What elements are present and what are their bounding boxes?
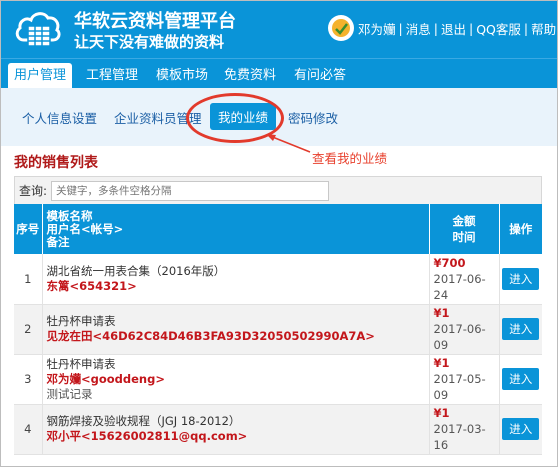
row-template: 牡丹杯申请表 [46,314,116,328]
table-row: 2 牡丹杯申请表 见龙在田<46D62C84D46B3FA93D32050502… [14,304,542,355]
nav-qa[interactable]: 有问必答 [288,63,352,89]
row-num: 1 [14,254,43,305]
row-user: 邓小平<15626002811@qq.com> [46,429,248,443]
row-amount: ¥700 [433,255,466,270]
row-date: 2017-05-09 [433,372,486,402]
search-input[interactable] [51,180,330,201]
brand-title: 华软云资料管理平台 [74,11,236,32]
logout-link[interactable]: 退出 [441,19,466,38]
row-template: 钢筋焊接及验收规程（JGJ 18-2012） [46,414,241,428]
header-op: 操作 [499,204,542,254]
row-user: 邓为孏<gooddeng> [46,371,166,386]
nav-template-market[interactable]: 模板市场 [150,63,214,89]
enter-button[interactable]: 进入 [502,368,540,390]
separator: | [523,20,529,36]
search-label: 查询: [19,184,48,198]
header-price: 金额 时间 [429,204,500,254]
brand-slogan: 让天下没有难做的资料 [74,33,225,51]
row-user: 东篱<654321> [46,278,137,293]
row-info: 钢筋焊接及验收规程（JGJ 18-2012） 邓小平<15626002811@q… [42,404,430,455]
top-header: 华软云资料管理平台 让天下没有难做的资料 邓为孏 | 消息 | 退出 | QQ客… [0,0,558,58]
row-note: 测试记录 [46,386,93,401]
enter-button[interactable]: 进入 [502,418,540,440]
row-template: 牡丹杯申请表 [46,356,116,371]
username-link[interactable]: 邓为孏 [358,19,396,38]
row-amount: ¥1 [433,406,450,420]
row-price: ¥1 2017-06-09 [429,304,500,355]
row-op: 进入 [499,304,542,355]
help-link[interactable]: 帮助 [531,19,556,38]
section-title: 我的销售列表 [14,155,98,171]
user-area: 邓为孏 | 消息 | 退出 | QQ客服 | 帮助 [328,15,556,41]
row-info: 牡丹杯申请表 见龙在田<46D62C84D46B3FA93D3205050299… [42,304,430,355]
row-amount: ¥1 [433,306,450,320]
header-name: 模板名称 用户名<帐号> 备注 [42,204,430,254]
header-num: 序号 [14,204,43,254]
user-avatar-icon [332,19,350,37]
row-price: ¥700 2017-06-24 [429,254,500,305]
separator: | [398,20,403,36]
annotation-text: 查看我的业绩 [312,151,388,166]
table-row: 1 湖北省统一用表合集（2016年版） 东篱<654321> ¥700 2017… [14,254,542,305]
row-op: 进入 [499,254,542,305]
main-nav: 用户管理 工程管理 模板市场 免费资料 有问必答 [0,58,558,89]
row-op: 进入 [499,404,542,455]
row-date: 2017-03-16 [433,422,486,452]
enter-button[interactable]: 进入 [502,267,540,290]
header-amount: 金额 [452,214,476,228]
separator: | [468,20,474,36]
subnav-change-password[interactable]: 密码修改 [288,108,338,127]
separator: | [433,20,438,36]
table-row: 3 牡丹杯申请表 邓为孏<gooddeng> 测试记录 ¥1 2017-05-0… [14,354,542,405]
header-template-name: 模板名称 [46,208,93,223]
row-amount: ¥1 [433,356,450,370]
row-op: 进入 [499,354,542,405]
sales-table: 序号 模板名称 用户名<帐号> 备注 金额 时间 操作 1 湖北省统一用表合集（… [14,204,542,455]
row-template: 湖北省统一用表合集（2016年版） [46,263,226,278]
cloud-logo-icon [14,6,62,52]
row-num: 4 [14,404,43,455]
row-date: 2017-06-24 [433,271,486,302]
nav-user-management[interactable]: 用户管理 [8,63,73,89]
table-header-row: 序号 模板名称 用户名<帐号> 备注 金额 时间 操作 [14,204,542,254]
avatar[interactable] [328,15,354,41]
subnav-personal-info[interactable]: 个人信息设置 [22,108,97,127]
qq-support-link[interactable]: QQ客服 [476,19,521,38]
row-num: 2 [14,304,43,355]
nav-project-management[interactable]: 工程管理 [80,63,144,89]
row-info: 牡丹杯申请表 邓为孏<gooddeng> 测试记录 [42,354,430,405]
header-note: 备注 [46,234,70,249]
row-price: ¥1 2017-05-09 [429,354,500,405]
row-price: ¥1 2017-03-16 [429,404,500,455]
enter-button[interactable]: 进入 [502,318,540,340]
row-num: 3 [14,354,43,405]
row-date: 2017-06-09 [433,322,486,352]
search-row: 查询: [14,176,542,204]
row-user: 见龙在田<46D62C84D46B3FA93D32050502990A7A> [46,329,375,343]
messages-link[interactable]: 消息 [406,19,431,38]
table-row: 4 钢筋焊接及验收规程（JGJ 18-2012） 邓小平<15626002811… [14,404,542,455]
row-info: 湖北省统一用表合集（2016年版） 东篱<654321> [42,254,430,305]
header-time: 时间 [452,230,476,244]
header-username: 用户名<帐号> [46,221,124,236]
nav-free-materials[interactable]: 免费资料 [218,63,282,89]
